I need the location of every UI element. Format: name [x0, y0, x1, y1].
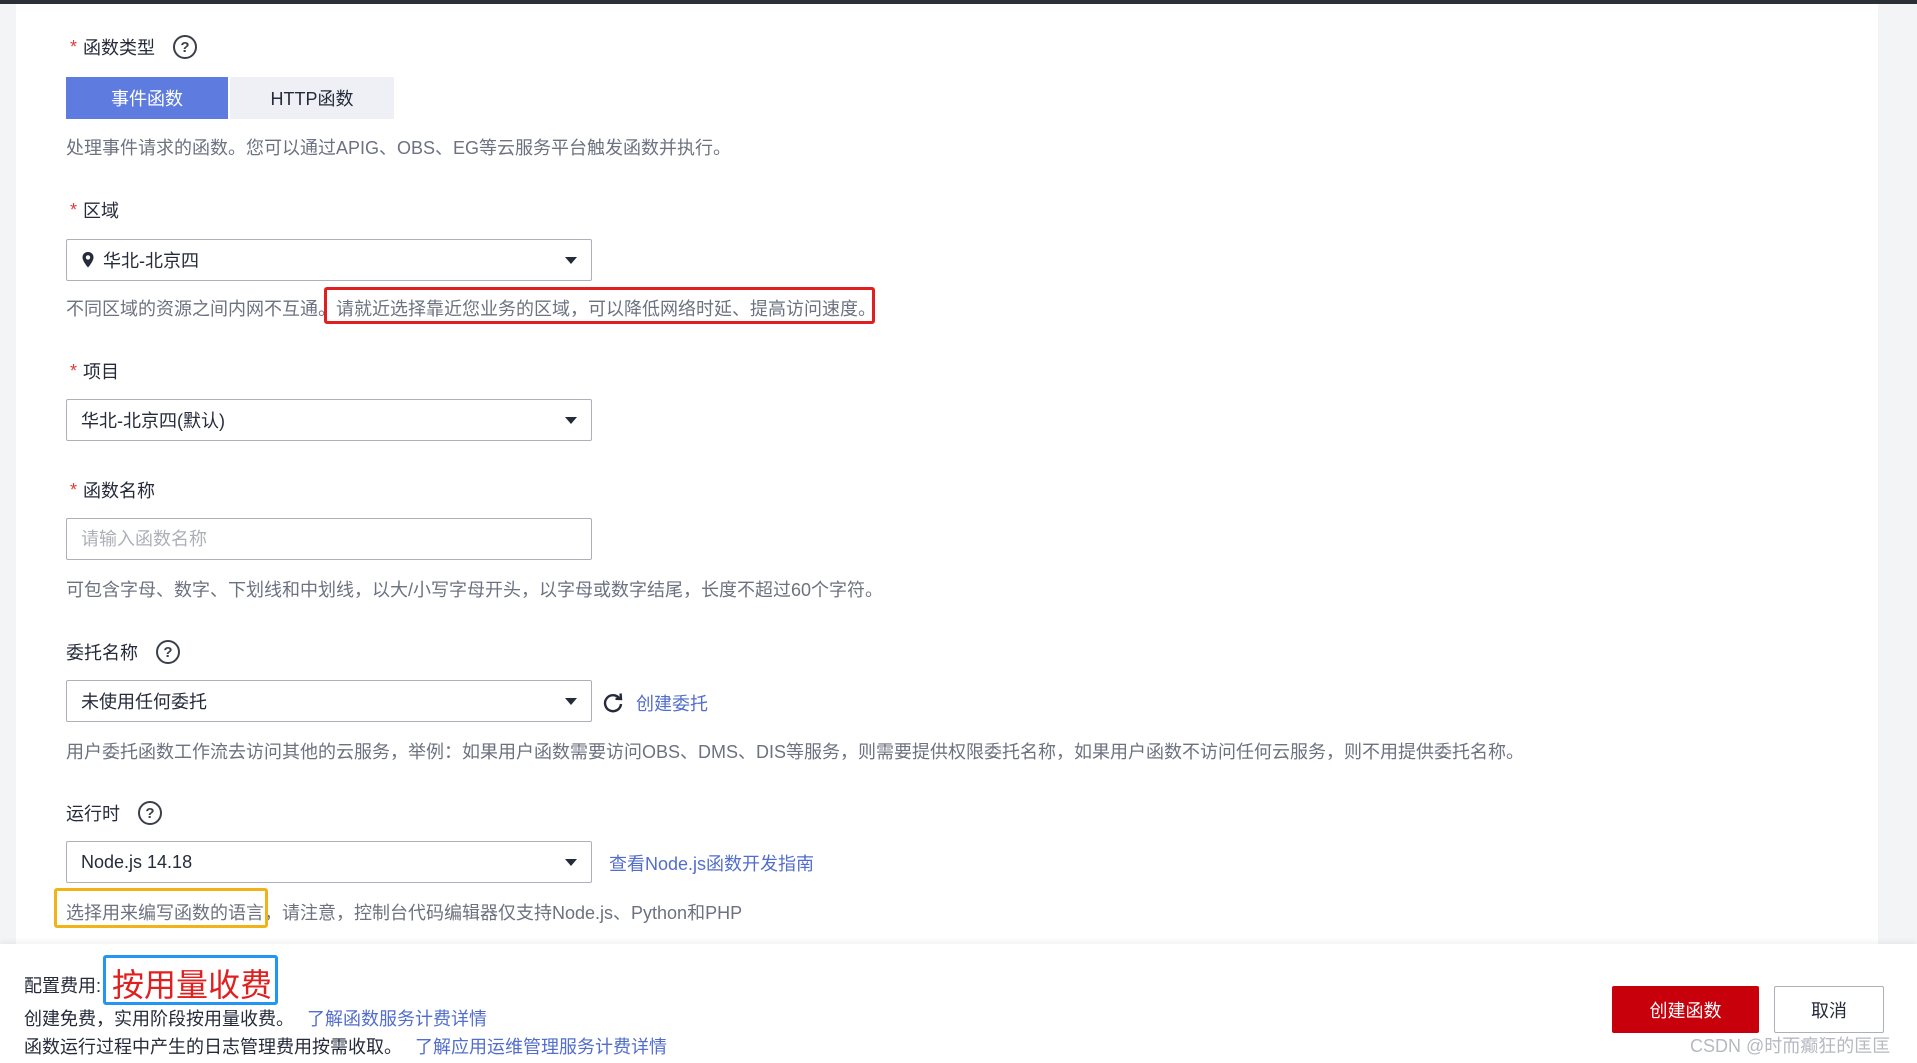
chevron-down-icon: [565, 859, 577, 866]
location-pin-icon: [82, 252, 94, 268]
region-value: 华北-北京四: [103, 251, 199, 271]
tab-event-function[interactable]: 事件函数: [66, 77, 228, 119]
fee-label: 配置费用:: [24, 976, 102, 996]
fee-line-2: 函数运行过程中产生的日志管理费用按需收取。 了解应用运维管理服务计费详情: [24, 1033, 667, 1059]
func-name-hint: 可包含字母、数字、下划线和中划线，以大/小写字母开头，以字母或数字结尾，长度不超…: [66, 580, 884, 600]
required-mark: *: [70, 36, 78, 57]
func-type-hint: 处理事件请求的函数。您可以通过APIG、OBS、EG等云服务平台触发函数并执行。: [66, 138, 732, 158]
runtime-label: 运行时: [66, 804, 120, 824]
chevron-down-icon: [565, 417, 577, 424]
func-type-label-row: * 函数类型 ?: [70, 34, 198, 60]
func-type-tabs: 事件函数 HTTP函数: [66, 77, 394, 119]
chevron-down-icon: [565, 698, 577, 705]
runtime-label-row: 运行时 ?: [66, 800, 162, 826]
func-type-label: 函数类型: [83, 38, 156, 58]
region-hint-prefix: 不同区域的资源之间内网不互通。: [66, 299, 336, 319]
runtime-guide-group: 查看Node.js函数开发指南: [609, 850, 814, 876]
agency-label: 委托名称: [66, 643, 138, 663]
region-label-row: * 区域: [70, 197, 119, 223]
agency-label-row: 委托名称 ?: [66, 639, 180, 665]
func-name-input[interactable]: [66, 518, 592, 560]
help-icon[interactable]: ?: [156, 640, 180, 664]
required-mark: *: [70, 360, 78, 381]
func-name-label: 函数名称: [83, 481, 156, 501]
agency-hint: 用户委托函数工作流去访问其他的云服务，举例：如果用户函数需要访问OBS、DMS、…: [66, 742, 1525, 762]
runtime-select[interactable]: Node.js 14.18: [66, 841, 592, 883]
tab-http-function[interactable]: HTTP函数: [230, 77, 394, 119]
fee-line-2-text: 函数运行过程中产生的日志管理费用按需收取。: [24, 1037, 402, 1057]
help-icon[interactable]: ?: [138, 801, 162, 825]
fee-line-1: 创建免费，实用阶段按用量收费。 了解函数服务计费详情: [24, 1005, 487, 1031]
project-label: 项目: [83, 362, 120, 382]
required-mark: *: [70, 479, 78, 500]
create-agency-link[interactable]: 创建委托: [636, 690, 708, 716]
fee-line-1-text: 创建免费，实用阶段按用量收费。: [24, 1009, 294, 1029]
cancel-button[interactable]: 取消: [1774, 986, 1884, 1033]
help-icon[interactable]: ?: [173, 35, 198, 59]
watermark: CSDN @时而癫狂的匡匡: [1690, 1036, 1891, 1056]
region-label: 区域: [83, 201, 120, 221]
project-label-row: * 项目: [70, 358, 119, 384]
function-billing-link[interactable]: 了解函数服务计费详情: [307, 1009, 487, 1029]
runtime-hint-suffix: ，请注意，控制台代码编辑器仅支持Node.js、Python和PHP: [264, 903, 743, 923]
region-select[interactable]: 华北-北京四: [66, 239, 592, 281]
agency-select[interactable]: 未使用任何委托: [66, 680, 592, 722]
annotation-blue-box: [103, 955, 278, 1005]
annotation-red-box: [324, 287, 875, 324]
create-function-button[interactable]: 创建函数: [1612, 986, 1759, 1033]
project-value: 华北-北京四(默认): [81, 411, 225, 431]
annotation-orange-box: [54, 888, 268, 928]
runtime-value: Node.js 14.18: [81, 851, 193, 872]
required-mark: *: [70, 199, 78, 220]
create-agency-group: 创建委托: [602, 690, 708, 716]
func-name-label-row: * 函数名称: [70, 477, 155, 503]
chevron-down-icon: [565, 257, 577, 264]
refresh-icon[interactable]: [602, 692, 624, 714]
agency-value: 未使用任何委托: [81, 692, 207, 712]
project-select[interactable]: 华北-北京四(默认): [66, 399, 592, 441]
aom-billing-link[interactable]: 了解应用运维管理服务计费详情: [415, 1037, 667, 1057]
runtime-guide-link[interactable]: 查看Node.js函数开发指南: [609, 854, 814, 874]
